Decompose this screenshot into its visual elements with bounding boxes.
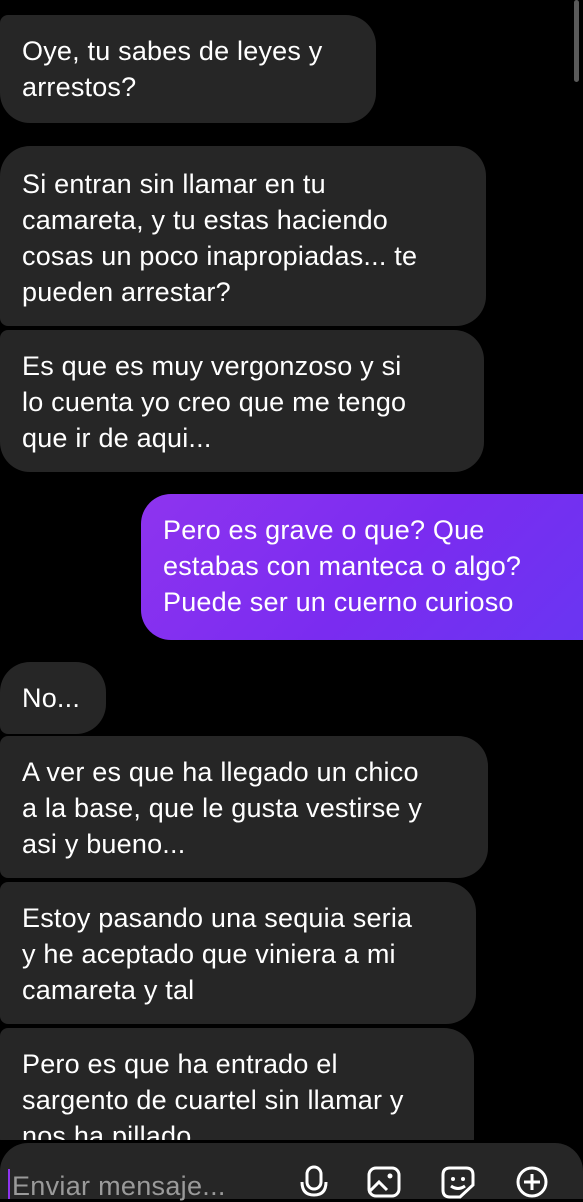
sticker-icon[interactable] bbox=[440, 1165, 476, 1199]
message-bubble-received[interactable]: A ver es que ha llegado un chico a la ba… bbox=[0, 736, 488, 878]
message-bubble-received[interactable]: No... bbox=[0, 662, 106, 734]
message-input[interactable]: Enviar mensaje... bbox=[12, 1171, 226, 1202]
plus-icon[interactable] bbox=[514, 1165, 550, 1199]
microphone-icon[interactable] bbox=[296, 1165, 332, 1199]
message-bubble-received[interactable]: Si entran sin llamar en tu camareta, y t… bbox=[0, 146, 486, 326]
gallery-icon[interactable] bbox=[366, 1165, 402, 1199]
message-bubble-received[interactable]: Pero es que ha entrado el sargento de cu… bbox=[0, 1028, 474, 1140]
message-bubble-sent[interactable]: Pero es grave o que? Que estabas con man… bbox=[141, 494, 583, 640]
message-bubble-received[interactable]: Es que es muy vergonzoso y si lo cuenta … bbox=[0, 330, 484, 472]
message-bubble-received[interactable]: Estoy pasando una sequia seria y he acep… bbox=[0, 882, 476, 1024]
message-thread[interactable]: Oye, tu sabes de leyes y arrestos? Si en… bbox=[0, 0, 583, 1140]
message-composer: Enviar mensaje... bbox=[0, 1143, 583, 1202]
message-bubble-received[interactable]: Oye, tu sabes de leyes y arrestos? bbox=[0, 15, 376, 123]
text-caret bbox=[8, 1169, 10, 1199]
